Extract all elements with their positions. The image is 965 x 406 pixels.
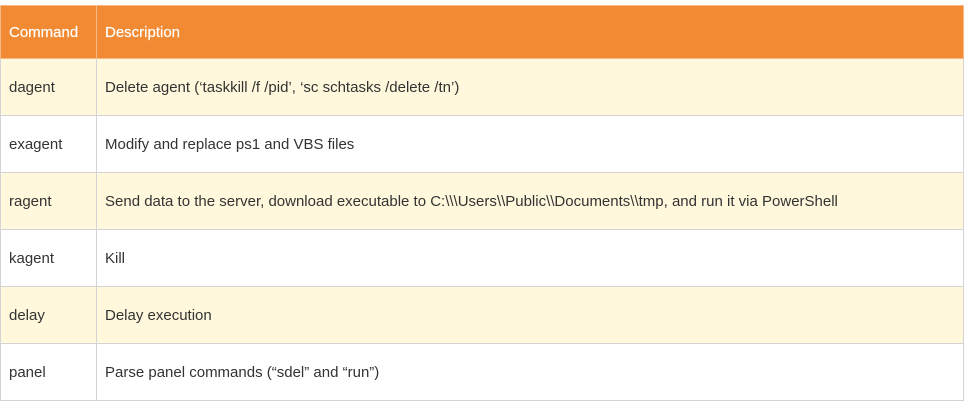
command-table: Command Description dagent Delete agent … xyxy=(0,5,964,401)
cell-description: Modify and replace ps1 and VBS files xyxy=(96,115,964,173)
header-command: Command xyxy=(0,5,97,59)
table-row: ragent Send data to the server, download… xyxy=(0,172,964,230)
table-row: exagent Modify and replace ps1 and VBS f… xyxy=(0,115,964,173)
table-header: Command Description xyxy=(0,5,964,59)
cell-description: Send data to the server, download execut… xyxy=(96,172,964,230)
header-row: Command Description xyxy=(0,5,964,59)
table-row: panel Parse panel commands (“sdel” and “… xyxy=(0,343,964,401)
table-row: kagent Kill xyxy=(0,229,964,287)
cell-description: Delete agent (‘taskkill /f /pid’, ‘sc sc… xyxy=(96,58,964,116)
cell-command: panel xyxy=(0,343,97,401)
table-row: dagent Delete agent (‘taskkill /f /pid’,… xyxy=(0,58,964,116)
cell-description: Parse panel commands (“sdel” and “run”) xyxy=(96,343,964,401)
header-description: Description xyxy=(96,5,964,59)
cell-command: kagent xyxy=(0,229,97,287)
table-row: delay Delay execution xyxy=(0,286,964,344)
cell-description: Kill xyxy=(96,229,964,287)
cell-command: ragent xyxy=(0,172,97,230)
table-body: dagent Delete agent (‘taskkill /f /pid’,… xyxy=(0,58,964,401)
cell-command: delay xyxy=(0,286,97,344)
command-table-container: Command Description dagent Delete agent … xyxy=(0,5,964,401)
cell-command: exagent xyxy=(0,115,97,173)
cell-description: Delay execution xyxy=(96,286,964,344)
cell-command: dagent xyxy=(0,58,97,116)
